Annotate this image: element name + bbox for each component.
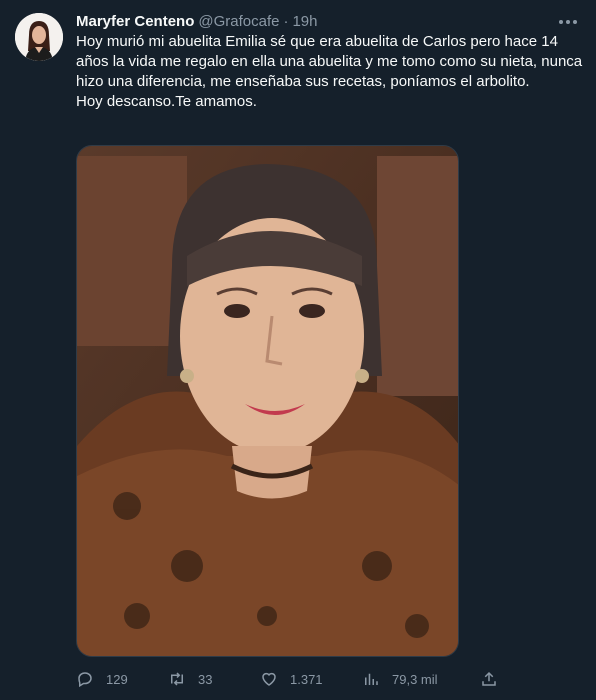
- like-count: 1.371: [290, 671, 323, 687]
- like-button[interactable]: 1.371: [260, 666, 323, 692]
- views-button[interactable]: 79,3 mil: [362, 666, 438, 692]
- author-handle[interactable]: @Grafocafe: [198, 13, 279, 30]
- tweet-actions: 129 33 1.371 79,3 mil: [72, 666, 512, 692]
- tweet-text: Hoy murió mi abuelita Emilia sé que era …: [76, 32, 584, 112]
- reply-count: 129: [106, 671, 128, 687]
- reply-button[interactable]: 129: [76, 666, 128, 692]
- more-icon[interactable]: [556, 10, 580, 34]
- tweet-header: Maryfer Centeno @Grafocafe · 19h: [76, 12, 317, 32]
- reply-icon: [78, 672, 92, 688]
- tweet-timestamp[interactable]: 19h: [292, 13, 317, 30]
- like-icon: [262, 672, 276, 686]
- views-icon: [365, 673, 378, 685]
- author-name[interactable]: Maryfer Centeno: [76, 13, 194, 30]
- retweet-count: 33: [198, 671, 213, 687]
- share-button[interactable]: [480, 666, 510, 692]
- tweet-text-paragraph: Hoy descanso.Te amamos.: [76, 93, 257, 110]
- tweet-text-paragraph: Hoy murió mi abuelita Emilia sé que era …: [76, 33, 583, 90]
- retweet-icon: [171, 672, 183, 686]
- separator-dot: ·: [283, 13, 289, 30]
- tweet-photo[interactable]: [76, 145, 459, 657]
- retweet-button[interactable]: 33: [168, 666, 212, 692]
- avatar[interactable]: [15, 13, 63, 61]
- share-icon: [482, 671, 496, 686]
- views-count: 79,3 mil: [392, 671, 438, 687]
